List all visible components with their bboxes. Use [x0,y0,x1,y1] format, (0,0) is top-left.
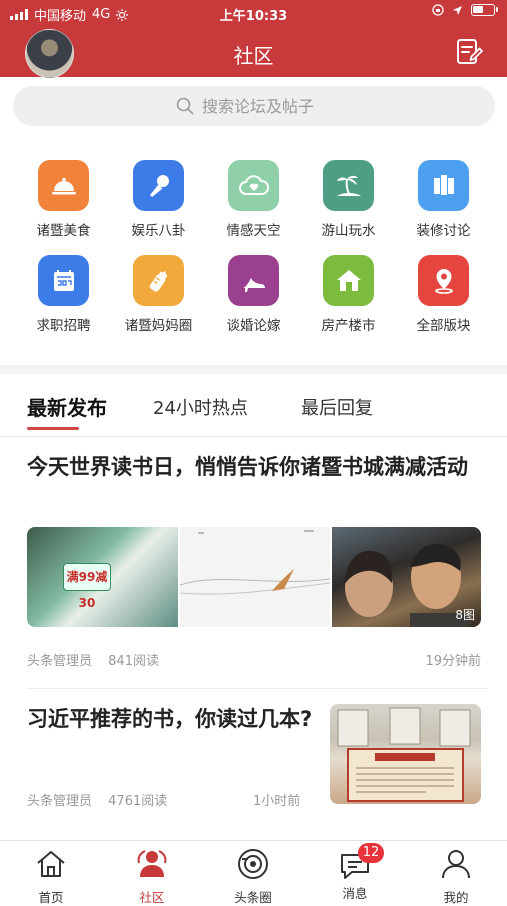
edit-note-icon[interactable] [455,38,483,66]
category-label: 装修讨论 [416,223,471,239]
category-jobs[interactable]: 求职招聘 [16,255,111,334]
category-entertainment[interactable]: 娱乐八卦 [111,160,206,239]
community-icon [137,850,167,877]
post-image: 满99减30 [27,527,178,627]
category-label: 诸暨妈妈圈 [124,318,193,334]
home-icon [37,851,65,877]
sketch-illustration [179,530,331,595]
tab-profile[interactable]: 我的 [421,847,491,906]
tab-label: 首页 [38,890,64,905]
post-image-strip[interactable]: 满99减30 8图 [27,527,481,627]
tab-24h-hot[interactable]: 24小时热点 [153,394,248,420]
status-bar: 中国移动 4G 上午10:33 [0,0,507,26]
heart-cloud-icon [228,160,279,211]
category-marriage[interactable]: 谈婚论嫁 [206,255,301,334]
location-arrow-icon [453,5,462,15]
category-realestate[interactable]: 房产楼市 [301,255,396,334]
tab-community[interactable]: 社区 [117,847,187,906]
tabs-divider [0,436,507,437]
category-travel[interactable]: 游山玩水 [301,160,396,239]
profile-icon [442,850,470,879]
message-icon-wrap: 12 [338,843,384,881]
headline-circle-icon [238,849,268,879]
baby-bottle-icon [133,255,184,306]
category-label: 情感天空 [226,223,281,239]
category-label: 求职招聘 [36,318,91,334]
tab-last-reply[interactable]: 最后回复 [301,394,373,420]
page-title: 社区 [233,44,274,68]
category-label: 全部版块 [416,318,471,334]
tab-messages[interactable]: 12 消息 [320,843,390,902]
palm-island-icon [323,160,374,211]
post-time: 19分钟前 [425,654,481,669]
category-decoration[interactable]: 装修讨论 [396,160,491,239]
post-divider [27,688,487,689]
post-meta: 头条管理员 841阅读 19分钟前 [27,650,481,669]
category-label: 娱乐八卦 [131,223,186,239]
status-time: 上午10:33 [219,9,288,24]
search-bar[interactable] [13,86,495,126]
section-divider [0,365,507,374]
job-card-icon [38,255,89,306]
feed-tabs: 最新发布 24小时热点 最后回复 [0,392,507,430]
post-meta: 头条管理员 4761阅读 1小时前 [27,790,307,809]
category-label: 诸暨美食 [36,223,91,239]
tab-label: 头条圈 [234,890,272,905]
post-author: 头条管理员 [27,794,93,809]
battery-icon [471,4,498,16]
building-icon [418,160,469,211]
post-title[interactable]: 今天世界读书日，悄悄告诉你诸暨书城满减活动 [27,452,487,483]
bookshelf-illustration [337,707,471,802]
food-cloche-icon [38,160,89,211]
tab-latest[interactable]: 最新发布 [27,392,107,430]
post-time: 1小时前 [253,794,301,809]
post-reads: 841阅读 [108,654,159,669]
tab-label: 我的 [443,890,469,905]
promo-text: 满99减30 [63,563,111,610]
category-food[interactable]: 诸暨美食 [16,160,111,239]
category-moms[interactable]: 诸暨妈妈圈 [111,255,206,334]
post-image: 8图 [332,527,481,627]
post-reads: 4761阅读 [108,794,168,809]
microphone-icon [133,160,184,211]
post-author: 头条管理员 [27,654,93,669]
post-thumbnail[interactable] [330,704,481,804]
post-title[interactable]: 习近平推荐的书，你读过几本? [27,704,317,735]
category-label: 房产楼市 [321,318,376,334]
image-count: 8图 [455,608,475,622]
post-image [179,527,331,627]
category-label: 游山玩水 [321,223,376,239]
unread-badge: 12 [358,843,384,863]
category-label: 谈婚论嫁 [226,318,281,334]
house-icon [323,255,374,306]
search-icon [176,97,194,115]
tab-label: 消息 [342,886,368,901]
tab-label: 社区 [139,890,165,905]
search-input[interactable] [202,96,332,116]
category-grid: 诸暨美食 娱乐八卦 情感天空 游山玩水 装修讨论 求职招聘 诸暨妈妈圈 谈婚论嫁… [16,160,491,334]
tab-headline-circle[interactable]: 头条圈 [218,847,288,906]
location-pin-icon [418,255,469,306]
lock-rotation-icon [432,4,444,16]
high-heel-icon [228,255,279,306]
category-emotion[interactable]: 情感天空 [206,160,301,239]
tab-home[interactable]: 首页 [16,847,86,906]
category-all[interactable]: 全部版块 [396,255,491,334]
bottom-tab-bar: 首页 社区 头条圈 12 消息 我的 [0,840,507,905]
